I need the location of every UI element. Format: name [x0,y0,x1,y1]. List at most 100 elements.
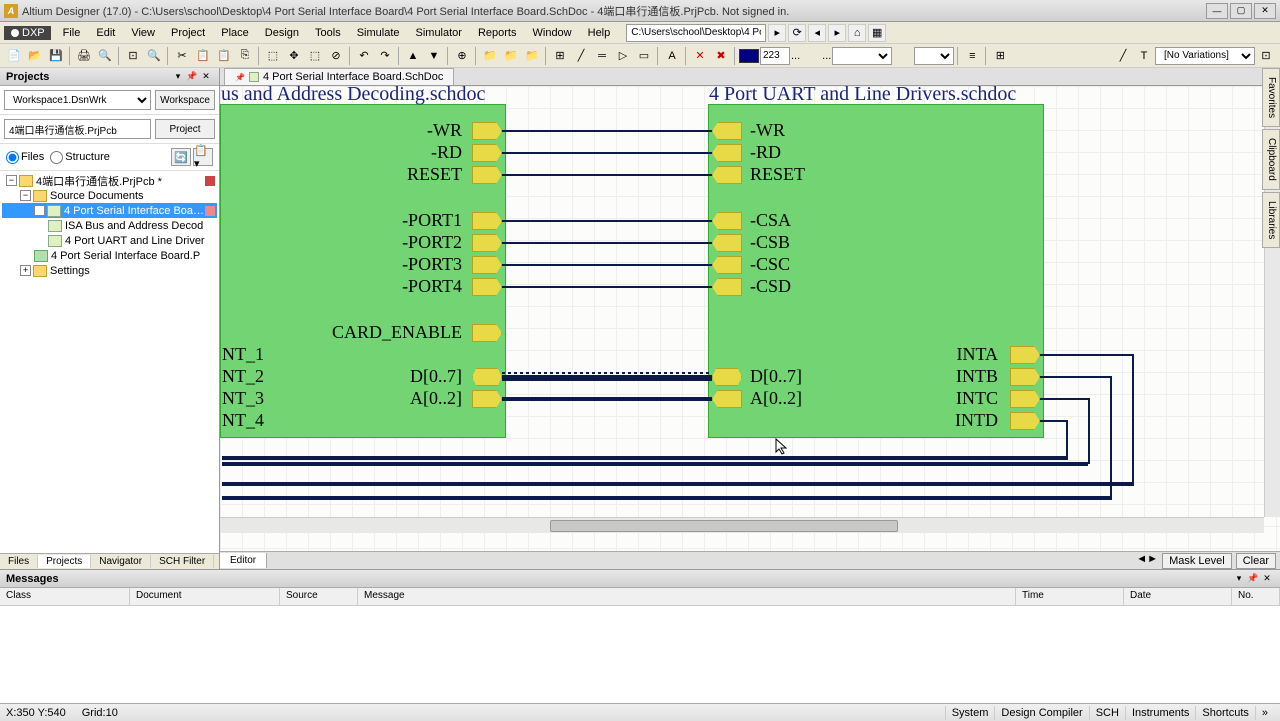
bus[interactable] [502,397,712,401]
open-icon[interactable]: 📂 [25,46,45,66]
tree-root[interactable]: − 4端口串行通信板.PrjPcb * [2,173,217,188]
wire[interactable] [502,264,712,266]
expand-icon[interactable]: + [20,265,31,276]
col-time[interactable]: Time [1016,588,1124,605]
redo-icon[interactable]: ↷ [375,46,395,66]
new-icon[interactable]: 📄 [4,46,24,66]
tab-files[interactable]: Files [0,555,38,568]
port-pentagon[interactable] [472,256,502,274]
dxp-menu[interactable]: DXP [4,26,51,40]
port-pentagon[interactable] [1010,346,1040,364]
wire[interactable] [502,174,712,176]
port-pentagon[interactable] [1010,368,1040,386]
col-source[interactable]: Source [280,588,358,605]
menu-help[interactable]: Help [580,24,619,42]
bus[interactable] [222,462,1088,466]
wire[interactable] [1040,354,1134,356]
wire[interactable] [502,130,712,132]
menu-tools[interactable]: Tools [307,24,349,42]
place-port-icon[interactable]: ▷ [613,46,633,66]
side-tab-libraries[interactable]: Libraries [1262,192,1280,248]
port-pentagon[interactable] [472,278,502,296]
forward-icon[interactable]: ▸ [828,24,846,42]
rubber-stamp-icon[interactable]: ⎘ [235,46,255,66]
panel-close-icon[interactable]: ✕ [199,70,213,84]
browse-icon[interactable]: 📁 [480,46,500,66]
menu-design[interactable]: Design [257,24,307,42]
wire[interactable] [502,152,712,154]
port-pentagon[interactable] [472,324,502,342]
path-input[interactable] [626,24,766,42]
wire[interactable] [502,242,712,244]
port-pentagon[interactable] [472,144,502,162]
port-pentagon[interactable] [472,166,502,184]
tree-options-icon[interactable]: 📋▾ [193,148,213,166]
mask-level-button[interactable]: Mask Level [1162,553,1232,569]
browse3-icon[interactable]: 📁 [522,46,542,66]
wire[interactable] [1040,420,1068,422]
port-pentagon[interactable] [472,390,502,408]
move-icon[interactable]: ✥ [284,46,304,66]
wire[interactable] [1132,354,1134,484]
wire[interactable] [1066,420,1068,458]
place-text-icon[interactable]: T [1134,46,1154,66]
menu-edit[interactable]: Edit [88,24,123,42]
menu-project[interactable]: Project [163,24,213,42]
port-pentagon[interactable] [712,278,742,296]
align-icon[interactable]: ≡ [962,46,982,66]
tab-projects[interactable]: Projects [38,555,91,568]
refresh-tree-icon[interactable]: 🔄 [171,148,191,166]
cancel-icon[interactable]: ✕ [690,46,710,66]
files-radio[interactable]: Files [6,151,44,164]
workspace-dropdown[interactable]: Workspace1.DsnWrk [4,90,151,110]
grid-snap-icon[interactable]: ⊞ [990,46,1010,66]
drc-icon[interactable]: ⊡ [1256,46,1276,66]
status-menu-icon[interactable]: » [1255,706,1274,720]
tree-settings[interactable]: + Settings [2,263,217,278]
preview-icon[interactable]: 🔍 [95,46,115,66]
col-class[interactable]: Class [0,588,130,605]
place-line-icon[interactable]: ╱ [1113,46,1133,66]
undo-icon[interactable]: ↶ [354,46,374,66]
port-pentagon[interactable] [712,122,742,140]
path-go-button[interactable]: ▸ [768,24,786,42]
hierarchy-up-icon[interactable]: ▲ [403,46,423,66]
annotate-icon[interactable]: A [662,46,682,66]
zoom-area-icon[interactable]: 🔍 [144,46,164,66]
select-icon[interactable]: ⬚ [263,46,283,66]
port-pentagon[interactable] [472,212,502,230]
clear-button[interactable]: Clear [1236,553,1276,569]
panel-pin-icon[interactable]: 📌 [185,70,199,84]
menu-file[interactable]: File [55,24,89,42]
menu-place[interactable]: Place [213,24,257,42]
color-value-input[interactable] [760,47,790,65]
status-instruments[interactable]: Instruments [1125,706,1195,720]
menu-reports[interactable]: Reports [470,24,525,42]
mask-slider-icon[interactable]: ◄► [1136,553,1158,569]
project-name-input[interactable] [4,119,151,139]
menu-simulator[interactable]: Simulator [408,24,470,42]
port-pentagon[interactable] [712,390,742,408]
bus-selected[interactable] [502,375,712,381]
cut-icon[interactable]: ✂ [172,46,192,66]
tab-navigator[interactable]: Navigator [91,555,151,568]
place-part-icon[interactable]: ⊞ [550,46,570,66]
cross-probe-icon[interactable]: ⊕ [452,46,472,66]
maximize-button[interactable]: ▢ [1230,3,1252,19]
panel-dropdown-icon[interactable]: ▾ [171,70,185,84]
editor-tab[interactable]: Editor [220,553,267,568]
port-pentagon[interactable] [712,166,742,184]
wire[interactable] [502,286,712,288]
back-icon[interactable]: ◂ [808,24,826,42]
port-pentagon[interactable] [712,144,742,162]
port-pentagon[interactable] [712,212,742,230]
color-picker[interactable] [739,49,759,63]
col-date[interactable]: Date [1124,588,1232,605]
tab-schfilter[interactable]: SCH Filter [151,555,214,568]
wire[interactable] [1040,398,1090,400]
deselect-icon[interactable]: ⬚ [305,46,325,66]
refresh-icon[interactable]: ⟳ [788,24,806,42]
print-icon[interactable]: 🖨 [74,46,94,66]
structure-radio[interactable]: Structure [50,151,110,164]
tree-file-isa[interactable]: ISA Bus and Address Decod [2,218,217,233]
